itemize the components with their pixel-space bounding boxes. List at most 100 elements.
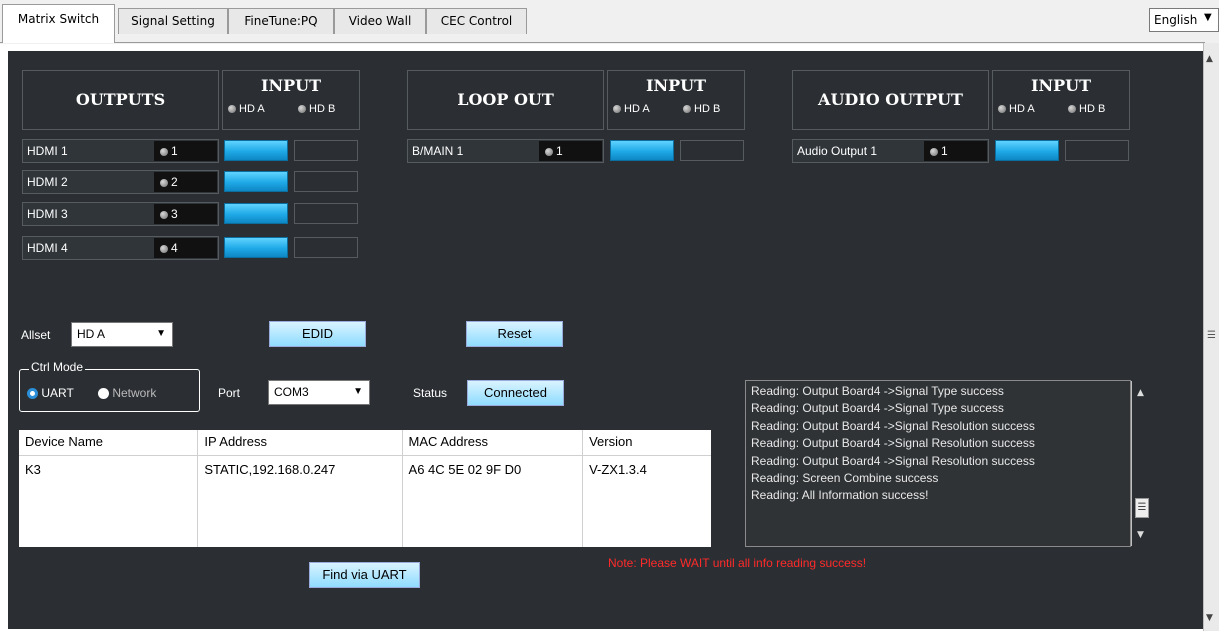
hdmi-3-hd-a-cell[interactable] xyxy=(224,203,288,224)
port-value: COM3 xyxy=(274,385,309,399)
hdmi-1-hd-a-cell[interactable] xyxy=(224,140,288,161)
log-scrollbar-edge xyxy=(1131,381,1132,546)
log-line: Reading: All Information success! xyxy=(751,488,929,503)
output-label: HDMI 4 xyxy=(27,241,68,255)
audio-source-hd-b[interactable]: HD B xyxy=(1068,103,1105,115)
column-header-device-name[interactable]: Device Name xyxy=(19,430,199,455)
hdmi-1-hd-b-cell[interactable] xyxy=(294,140,358,161)
status-label: Status xyxy=(413,386,448,400)
loop-out-input-header: INPUT xyxy=(607,70,745,130)
led-icon xyxy=(545,147,553,156)
source-label: HD A xyxy=(1009,103,1035,115)
network-radio[interactable]: Network xyxy=(98,386,156,400)
audio-output-header: AUDIO OUTPUT xyxy=(792,70,989,130)
scroll-grip-icon[interactable]: ☰ xyxy=(1207,330,1216,341)
column-header-mac-address[interactable]: MAC Address xyxy=(402,430,584,455)
log-line: Reading: Output Board4 ->Signal Type suc… xyxy=(751,401,1004,416)
loop-number: 1 xyxy=(539,141,602,161)
loop-source-hd-b[interactable]: HD B xyxy=(683,103,720,115)
status-badge: Connected xyxy=(467,380,564,406)
led-icon xyxy=(160,147,168,156)
log-line: Reading: Output Board4 ->Signal Resoluti… xyxy=(751,436,1035,451)
column-header-version[interactable]: Version xyxy=(583,430,711,455)
output-number: 4 xyxy=(154,238,217,258)
hdmi-2-hd-a-cell[interactable] xyxy=(224,171,288,192)
hdmi-4-hd-a-cell[interactable] xyxy=(224,237,288,258)
log-scroll-up-icon[interactable]: ▲ xyxy=(1137,388,1144,398)
led-icon xyxy=(160,210,168,219)
hdmi-2-hd-b-cell[interactable] xyxy=(294,171,358,192)
radio-selected-icon xyxy=(27,388,38,400)
column-header-ip-address[interactable]: IP Address xyxy=(197,430,403,455)
loop-out-input-title: INPUT xyxy=(646,76,706,95)
device-table: Device Name IP Address MAC Address Versi… xyxy=(19,430,711,547)
audio-source-hd-a[interactable]: HD A xyxy=(998,103,1035,115)
hdmi-4-hd-b-cell[interactable] xyxy=(294,237,358,258)
loop-label: B/MAIN 1 xyxy=(412,144,464,158)
tab-cec-control[interactable]: CEC Control xyxy=(426,8,527,34)
source-label: HD B xyxy=(1079,103,1106,115)
outputs-input-title: INPUT xyxy=(261,76,321,95)
port-select[interactable]: COM3 ▼ xyxy=(268,380,370,405)
source-label: HD A xyxy=(239,103,265,115)
radio-unselected-icon xyxy=(98,388,109,400)
tab-video-wall[interactable]: Video Wall xyxy=(334,8,426,34)
cell-device-name: K3 xyxy=(19,455,199,547)
log-scroll-thumb-icon[interactable]: ☰ xyxy=(1135,498,1149,518)
language-dropdown-icon[interactable]: ▼ xyxy=(1204,12,1212,23)
output-number: 1 xyxy=(154,141,217,161)
output-number: 2 xyxy=(154,172,217,192)
audio-input-title: INPUT xyxy=(1031,76,1091,95)
reset-button[interactable]: Reset xyxy=(466,321,563,347)
source-label: HD A xyxy=(624,103,650,115)
cell-mac-address: A6 4C 5E 02 9F D0 xyxy=(402,455,584,547)
table-row[interactable]: K3 STATIC,192.168.0.247 A6 4C 5E 02 9F D… xyxy=(19,455,711,547)
wait-note: Note: Please WAIT until all info reading… xyxy=(608,556,867,570)
led-icon xyxy=(298,105,306,114)
log-scroll-down-icon[interactable]: ▼ xyxy=(1137,530,1144,540)
bmain-1-hd-b-cell[interactable] xyxy=(680,140,744,161)
cell-version: V-ZX1.3.4 xyxy=(589,461,647,477)
led-icon xyxy=(998,105,1006,114)
allset-select[interactable]: HD A ▼ xyxy=(71,322,173,347)
tab-finetune-pq[interactable]: FineTune:PQ xyxy=(228,8,334,34)
network-label: Network xyxy=(112,386,157,400)
outputs-source-hd-a[interactable]: HD A xyxy=(228,103,265,115)
led-icon xyxy=(1068,105,1076,114)
bmain-1-hd-a-cell[interactable] xyxy=(610,140,674,161)
ctrl-mode-label: Ctrl Mode xyxy=(29,360,86,374)
port-label: Port xyxy=(218,386,241,400)
led-icon xyxy=(613,105,621,114)
audio-input-header: INPUT xyxy=(992,70,1130,130)
led-icon xyxy=(683,105,691,114)
log-line: Reading: Screen Combine success xyxy=(751,471,939,486)
uart-radio[interactable]: UART xyxy=(27,386,74,400)
cell-ip-address: STATIC,192.168.0.247 xyxy=(197,455,403,547)
allset-label: Allset xyxy=(21,328,51,342)
edid-button[interactable]: EDID xyxy=(269,321,366,347)
loop-source-hd-a[interactable]: HD A xyxy=(613,103,650,115)
chevron-down-icon: ▼ xyxy=(156,328,166,339)
allset-value: HD A xyxy=(77,327,106,341)
scroll-up-icon[interactable]: ▲ xyxy=(1206,54,1213,64)
find-via-uart-button[interactable]: Find via UART xyxy=(309,562,420,588)
outputs-source-hd-b[interactable]: HD B xyxy=(298,103,335,115)
led-icon xyxy=(930,147,938,156)
outputs-input-header: INPUT xyxy=(222,70,360,130)
led-icon xyxy=(160,178,168,187)
output-label: HDMI 3 xyxy=(27,207,68,221)
output-number: 3 xyxy=(154,204,217,224)
tab-matrix-switch[interactable]: Matrix Switch xyxy=(2,4,115,43)
uart-label: UART xyxy=(41,386,74,400)
log-panel[interactable]: Reading: Output Board4 ->Signal Type suc… xyxy=(745,380,1131,547)
audio-1-hd-b-cell[interactable] xyxy=(1065,140,1129,161)
outputs-header: OUTPUTS xyxy=(22,70,219,130)
tab-signal-setting[interactable]: Signal Setting xyxy=(118,8,228,34)
audio-number: 1 xyxy=(924,141,987,161)
audio-1-hd-a-cell[interactable] xyxy=(995,140,1059,161)
output-label: HDMI 2 xyxy=(27,175,68,189)
scroll-down-icon[interactable]: ▼ xyxy=(1206,613,1213,623)
hdmi-3-hd-b-cell[interactable] xyxy=(294,203,358,224)
log-line: Reading: Output Board4 ->Signal Resoluti… xyxy=(751,418,1035,433)
audio-label: Audio Output 1 xyxy=(797,144,878,158)
